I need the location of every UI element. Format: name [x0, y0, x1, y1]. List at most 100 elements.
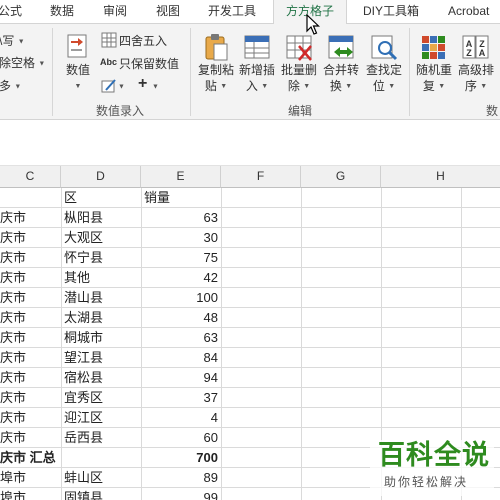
cell-sales[interactable]: 100 — [141, 288, 221, 308]
tab-developer[interactable]: 开发工具 — [208, 0, 256, 24]
cell-sales[interactable]: 30 — [141, 228, 221, 248]
cell-district[interactable]: 潜山县 — [61, 288, 141, 308]
batch-delete-button[interactable]: 批量删 除 ▼ — [279, 32, 319, 100]
cell-sales[interactable]: 4 — [141, 408, 221, 428]
advanced-sort-button[interactable]: A Z Z A 高级排 序 ▼ — [456, 32, 496, 100]
cell-sales[interactable]: 99 — [141, 488, 221, 500]
new-insert-button[interactable]: 新增插 入 ▼ — [237, 32, 277, 100]
group-label-edit: 编辑 — [288, 104, 313, 118]
tab-formulas[interactable]: 公式 — [0, 0, 22, 24]
cell-district[interactable]: 宿松县 — [61, 368, 141, 388]
tab-data[interactable]: 数据 — [50, 0, 74, 24]
cell-city[interactable]: 庆市 — [0, 208, 61, 228]
cell-city[interactable]: 庆市 — [0, 308, 61, 328]
cell-city[interactable]: 庆市 — [0, 408, 61, 428]
cell-city[interactable]: 庆市 — [0, 428, 61, 448]
ribbon-panel: \写 ▼ 除空格 ▼ 多 ▼ 数值 ▼ 四舍五入 Abc 只保留数值 ▼ + ▼… — [0, 24, 500, 120]
group-label-numeric-entry: 数值录入 — [96, 104, 145, 118]
cell-district[interactable]: 怀宁县 — [61, 248, 141, 268]
cell-city[interactable]: 庆市 — [0, 248, 61, 268]
mouse-cursor-icon — [306, 14, 320, 35]
cell-district[interactable]: 其他 — [61, 268, 141, 288]
ribbon-separator — [409, 28, 410, 116]
cell-district[interactable]: 枞阳县 — [61, 208, 141, 228]
cell-sales[interactable]: 89 — [141, 468, 221, 488]
insert-row-icon — [244, 35, 270, 59]
clipboard-icon — [205, 34, 228, 61]
table-row: 庆市 大观区 30 — [0, 228, 500, 248]
table-row: 庆市 望江县 84 — [0, 348, 500, 368]
cell-district[interactable]: 桐城市 — [61, 328, 141, 348]
round-icon — [101, 32, 117, 48]
cell-district[interactable]: 望江县 — [61, 348, 141, 368]
cell-district[interactable] — [61, 448, 141, 468]
round-button[interactable]: 四舍五入 — [119, 32, 167, 49]
ribbon-tab-bar: 公式 数据 审阅 视图 开发工具 方方格子 DIY工具箱 Acrobat — [0, 0, 500, 25]
plus-dropdown[interactable]: ▼ — [152, 79, 159, 93]
find-locate-button[interactable]: 查找定 位 ▼ — [364, 32, 404, 100]
cell-sales[interactable]: 75 — [141, 248, 221, 268]
keep-value-button[interactable]: 只保留数值 — [119, 55, 179, 72]
cell-sales[interactable]: 63 — [141, 208, 221, 228]
cell-district[interactable]: 宜秀区 — [61, 388, 141, 408]
cell-sales[interactable]: 94 — [141, 368, 221, 388]
edit-cell-dropdown[interactable]: ▼ — [118, 79, 125, 93]
tab-diy-toolbox[interactable]: DIY工具箱 — [363, 0, 419, 24]
cell-city[interactable]: 庆市 — [0, 268, 61, 288]
delete-grid-icon — [286, 35, 312, 61]
cell-city[interactable]: 埠市 — [0, 468, 61, 488]
cell-sales[interactable]: 42 — [141, 268, 221, 288]
cell-sales[interactable]: 37 — [141, 388, 221, 408]
cell-city[interactable]: 埠市 — [0, 488, 61, 500]
cell-district[interactable]: 固镇县 — [61, 488, 141, 500]
column-header-e[interactable]: E — [141, 166, 221, 188]
group-label-data: 数 — [486, 104, 499, 118]
table-row: 庆市 太湖县 48 — [0, 308, 500, 328]
cell-city[interactable]: 庆市 — [0, 328, 61, 348]
tab-review[interactable]: 审阅 — [103, 0, 127, 24]
header-cell-district[interactable]: 区 — [61, 188, 141, 208]
cell-city[interactable]: 庆市 — [0, 348, 61, 368]
cell-sales[interactable]: 48 — [141, 308, 221, 328]
edit-cell-icon — [101, 79, 116, 93]
cell-city[interactable]: 庆市 — [0, 368, 61, 388]
cell-sales[interactable]: 84 — [141, 348, 221, 368]
numeric-button[interactable]: 数值 ▼ — [60, 32, 96, 100]
formula-bar-area[interactable] — [0, 121, 500, 166]
column-header-c[interactable]: C — [0, 166, 61, 188]
ribbon-left-item-1[interactable]: \写 ▼ — [0, 32, 25, 49]
header-cell-sales[interactable]: 销量 — [141, 188, 221, 208]
table-row: 庆市 枞阳县 63 — [0, 208, 500, 228]
random-repeat-button[interactable]: 随机重 复 ▼ — [414, 32, 454, 100]
table-row: 庆市 桐城市 63 — [0, 328, 500, 348]
cell-city[interactable]: 庆市 — [0, 388, 61, 408]
column-header-g[interactable]: G — [301, 166, 381, 188]
cell-district[interactable]: 蚌山区 — [61, 468, 141, 488]
ribbon-left-item-2[interactable]: 除空格 ▼ — [0, 54, 45, 71]
cell-sales[interactable]: 700 — [141, 448, 221, 468]
ribbon-separator — [52, 28, 53, 116]
cell-city[interactable]: 庆市 — [0, 228, 61, 248]
merge-convert-button[interactable]: 合并转 换 ▼ — [321, 32, 361, 100]
plus-button[interactable]: + — [138, 75, 147, 93]
column-header-d[interactable]: D — [61, 166, 141, 188]
tab-acrobat[interactable]: Acrobat — [448, 0, 489, 24]
ribbon-separator — [190, 28, 191, 116]
copy-paste-button[interactable]: 复制粘 贴 ▼ — [196, 32, 236, 100]
cell-district[interactable]: 太湖县 — [61, 308, 141, 328]
cell-sales[interactable]: 60 — [141, 428, 221, 448]
merge-icon — [328, 35, 354, 59]
tab-view[interactable]: 视图 — [156, 0, 180, 24]
table-row: 庆市 宜秀区 37 — [0, 388, 500, 408]
cell-sales[interactable]: 63 — [141, 328, 221, 348]
ribbon-left-item-3[interactable]: 多 ▼ — [0, 77, 21, 94]
watermark-subtitle: 助你轻松解决 — [384, 475, 469, 489]
column-header-f[interactable]: F — [221, 166, 301, 188]
abc-icon: Abc — [100, 57, 118, 67]
cell-district[interactable]: 迎江区 — [61, 408, 141, 428]
cell-city[interactable]: 庆市 — [0, 288, 61, 308]
cell-district[interactable]: 大观区 — [61, 228, 141, 248]
column-header-h[interactable]: H — [381, 166, 500, 188]
table-row: 庆市 迎江区 4 — [0, 408, 500, 428]
cell-district[interactable]: 岳西县 — [61, 428, 141, 448]
